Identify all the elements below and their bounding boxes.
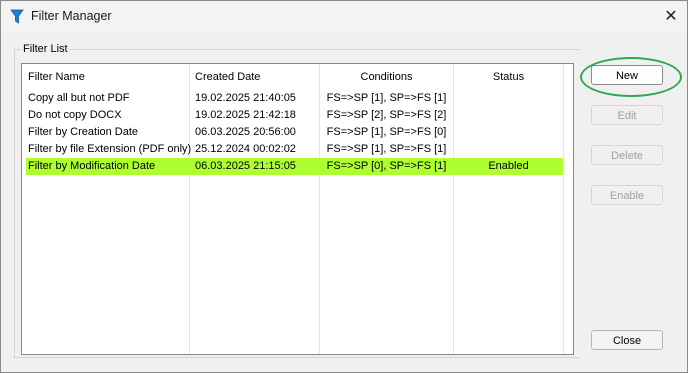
conditions-cell: FS=>SP [1], SP=>FS [1] [326,143,447,155]
edit-button[interactable]: Edit [591,105,663,125]
status-cell [454,124,563,141]
conditions-cell: FS=>SP [1], SP=>FS [0] [326,126,447,138]
conditions-cell: FS=>SP [2], SP=>FS [2] [326,109,447,121]
table-row[interactable]: Copy all but not PDF 19.02.2025 21:40:05… [26,90,563,107]
created-date-cell: 06.03.2025 20:56:00 [195,126,296,138]
table-row[interactable]: Do not copy DOCX 19.02.2025 21:42:18 FS=… [26,107,563,124]
created-date-cell: 19.02.2025 21:42:18 [195,109,296,121]
status-cell [454,90,563,107]
table-row-selected[interactable]: Filter by Modification Date 06.03.2025 2… [26,158,563,175]
filter-name-cell: Do not copy DOCX [28,109,122,121]
delete-button[interactable]: Delete [591,145,663,165]
column-header-status[interactable]: Status [454,64,563,90]
filter-name-cell: Filter by Creation Date [28,126,139,138]
filter-manager-window: Filter Manager ✕ Filter List Filter Name… [0,0,688,373]
filter-name-cell: Filter by Modification Date [28,160,156,172]
table-row[interactable]: Filter by Creation Date 06.03.2025 20:56… [26,124,563,141]
window-title: Filter Manager [31,9,112,23]
conditions-cell: FS=>SP [0], SP=>FS [1] [326,160,447,172]
column-header-conditions[interactable]: Conditions [320,64,453,90]
enable-button[interactable]: Enable [591,185,663,205]
created-date-cell: 25.12.2024 00:02:02 [195,143,296,155]
table-row[interactable]: Filter by file Extension (PDF only) 25.1… [26,141,563,158]
created-date-cell: 19.02.2025 21:40:05 [195,92,296,104]
column-header-filter-name[interactable]: Filter Name [28,64,85,90]
status-cell [454,107,563,124]
created-date-cell: 06.03.2025 21:15:05 [195,160,296,172]
conditions-cell: FS=>SP [1], SP=>FS [1] [326,92,447,104]
close-button[interactable]: Close [591,330,663,350]
column-header-created-date[interactable]: Created Date [195,64,260,90]
filter-name-cell: Copy all but not PDF [28,92,130,104]
title-bar: Filter Manager ✕ [1,1,687,32]
status-cell: Enabled [488,160,529,172]
column-divider [563,64,564,354]
filter-list-table[interactable]: Filter Name Created Date Conditions Stat… [21,63,574,355]
funnel-icon [10,9,24,25]
status-cell [454,141,563,158]
filter-name-cell: Filter by file Extension (PDF only) [28,143,192,155]
annotation-highlight-circle [580,57,682,97]
group-label: Filter List [21,43,70,55]
close-icon[interactable]: ✕ [659,6,683,28]
